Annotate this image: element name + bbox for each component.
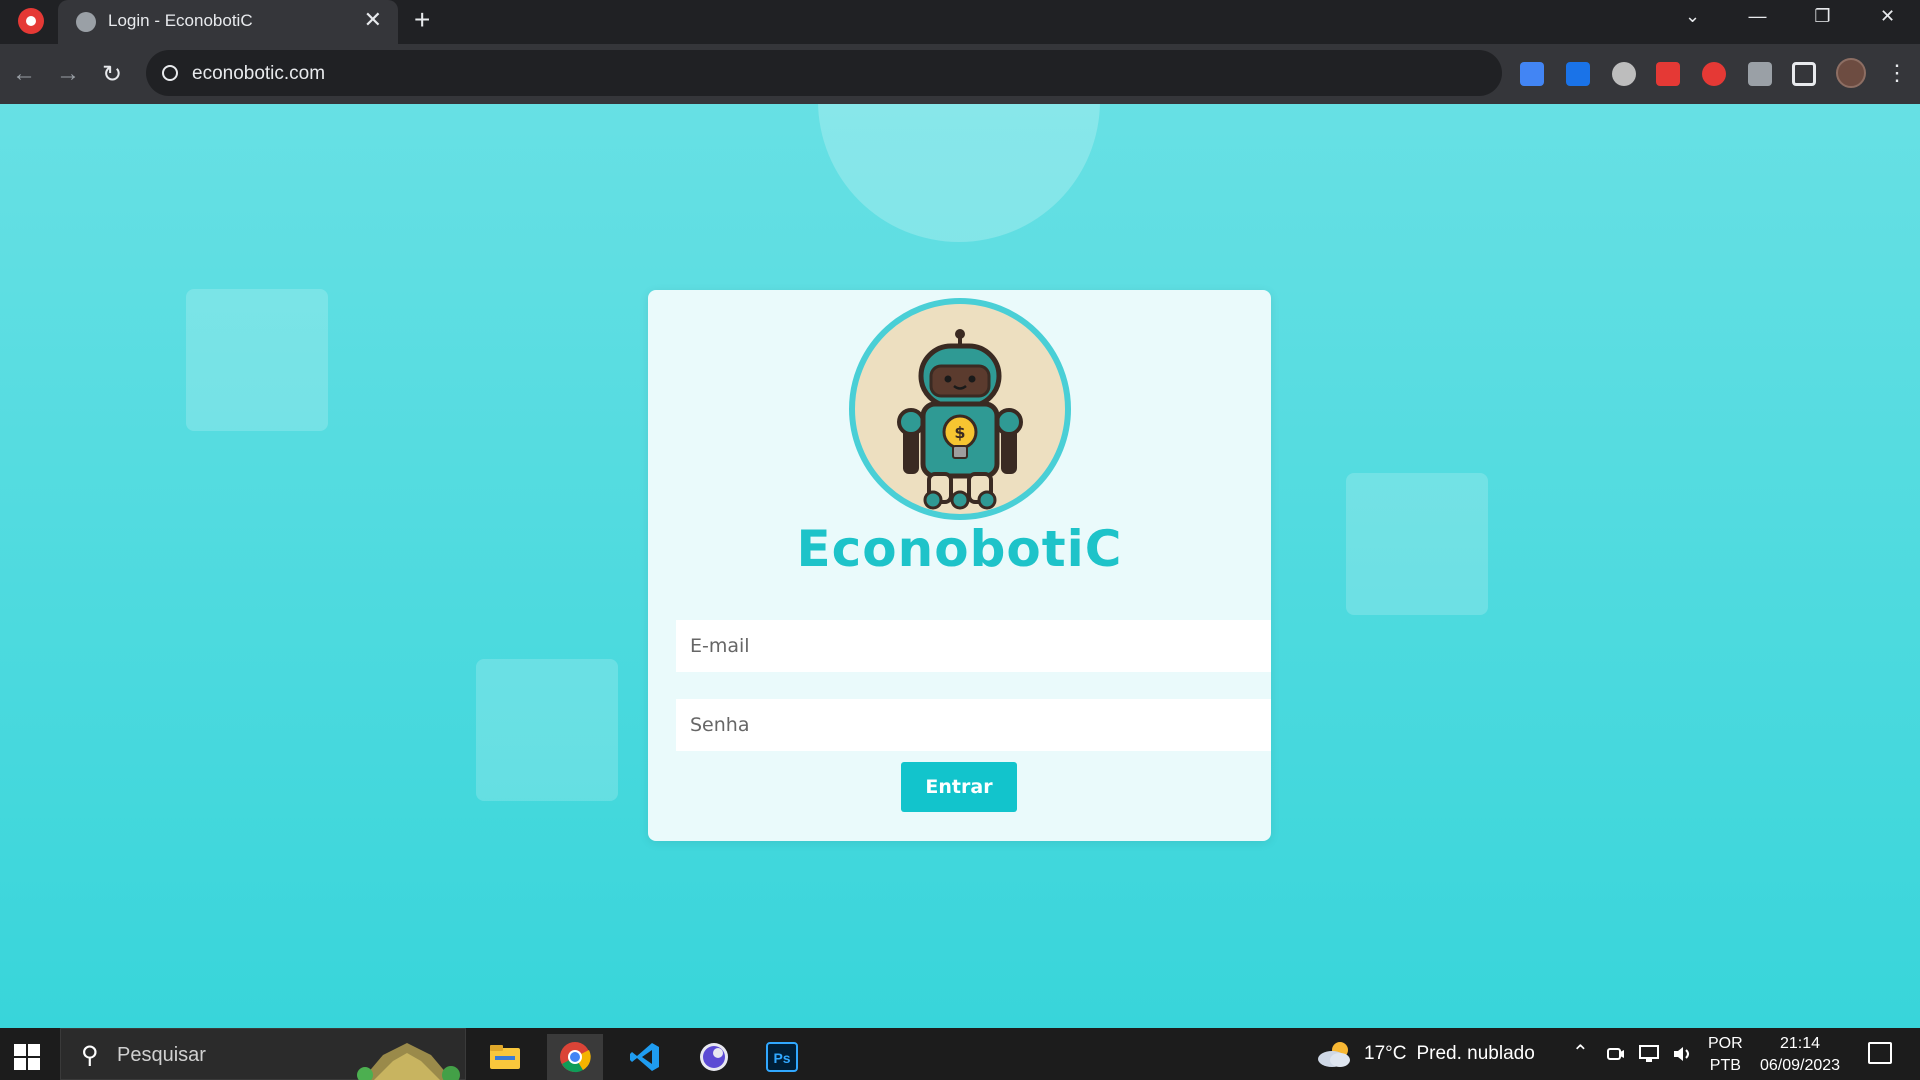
record-icon[interactable] <box>1702 62 1726 86</box>
window-controls: ⌄ — ❐ ✕ <box>1660 0 1920 32</box>
weather-temperature: 17°C <box>1364 1043 1407 1064</box>
photoshop-icon[interactable]: Ps <box>754 1034 810 1080</box>
notification-center-icon[interactable] <box>1868 1042 1892 1064</box>
browser-tab-login[interactable]: Login - EconobotiC ✕ <box>58 0 398 44</box>
search-icon: ⚲ <box>81 1042 99 1069</box>
windows-start-button[interactable] <box>8 1038 42 1072</box>
obs-icon[interactable] <box>686 1034 742 1080</box>
clock-date: 06/09/2023 <box>1759 1057 1841 1074</box>
close-window-button[interactable]: ✕ <box>1855 0 1920 32</box>
language-code: POR <box>1708 1035 1743 1052</box>
reload-button[interactable]: ↻ <box>96 58 128 90</box>
address-bar[interactable]: econobotic.com <box>146 50 1502 96</box>
robot-logo: $ <box>849 298 1071 520</box>
folder-icon <box>490 1045 520 1069</box>
network-icon[interactable] <box>1638 1044 1660 1064</box>
login-page: $ EconobotiC Entrar <box>0 104 1920 1028</box>
email-field[interactable] <box>676 620 1271 672</box>
windows-logo-icon <box>28 1058 40 1070</box>
browser-menu-icon[interactable]: ⋮ <box>1886 58 1908 88</box>
windows-logo-icon <box>14 1058 26 1070</box>
taskbar-search-box[interactable]: ⚲ Pesquisar <box>60 1028 466 1080</box>
vscode-logo-icon <box>630 1043 659 1071</box>
partly-cloudy-icon <box>1318 1042 1350 1067</box>
file-explorer-icon[interactable] <box>477 1034 533 1080</box>
vscode-icon[interactable] <box>617 1034 673 1080</box>
login-card: $ EconobotiC Entrar <box>648 290 1271 841</box>
globe-icon <box>76 12 96 32</box>
svg-text:$: $ <box>954 423 965 442</box>
forward-button[interactable]: → <box>52 58 84 90</box>
side-panel-icon[interactable] <box>1792 62 1816 86</box>
close-tab-icon[interactable]: ✕ <box>364 9 382 31</box>
translate-icon[interactable] <box>1520 62 1544 86</box>
youtube-icon[interactable] <box>1656 62 1680 86</box>
background-square <box>476 659 618 801</box>
back-button[interactable]: ← <box>8 58 40 90</box>
profile-avatar[interactable] <box>1836 58 1866 88</box>
restore-button[interactable]: ❐ <box>1790 0 1855 32</box>
keyboard-layout: PTB <box>1709 1057 1741 1074</box>
mask-icon[interactable] <box>1612 62 1636 86</box>
obs-logo-icon <box>700 1043 728 1071</box>
volume-icon[interactable] <box>1672 1044 1694 1064</box>
windows-logo-icon <box>28 1044 40 1056</box>
site-info-icon[interactable] <box>162 65 178 81</box>
password-field[interactable] <box>676 699 1271 751</box>
robot-icon: $ <box>897 329 1023 510</box>
search-placeholder: Pesquisar <box>117 1044 206 1066</box>
weather-widget[interactable]: 17°C Pred. nublado <box>1316 1040 1535 1068</box>
brand-title: EconobotiC <box>796 520 1123 578</box>
browser-tab-bar: Login - EconobotiC ✕ + ⌄ — ❐ ✕ <box>0 0 1920 44</box>
windows-logo-icon <box>14 1044 26 1056</box>
weather-description: Pred. nublado <box>1416 1043 1535 1064</box>
search-highlight-art-icon <box>357 1043 460 1080</box>
taskbar-clock[interactable]: 21:14 06/09/2023 <box>1758 1033 1842 1077</box>
clock-time: 21:14 <box>1779 1035 1821 1052</box>
app-record-icon[interactable] <box>18 8 44 34</box>
login-submit-button[interactable]: Entrar <box>901 762 1017 812</box>
input-language-indicator[interactable]: POR PTB <box>1708 1033 1743 1077</box>
background-square <box>186 289 328 431</box>
chrome-logo-icon <box>560 1042 591 1073</box>
browser-toolbar: ← → ↻ econobotic.com ⋮ <box>0 44 1920 104</box>
minimize-button[interactable]: — <box>1725 0 1790 32</box>
tab-title: Login - EconobotiC <box>108 11 253 30</box>
fast-forward-icon[interactable] <box>1566 62 1590 86</box>
chevron-up-icon[interactable]: ⌃ <box>1572 1040 1589 1065</box>
tab-search-chevron-icon[interactable]: ⌄ <box>1660 0 1725 32</box>
background-circle <box>818 104 1100 242</box>
puzzle-icon[interactable] <box>1748 62 1772 86</box>
chrome-icon[interactable] <box>547 1034 603 1080</box>
webcam-icon[interactable] <box>1606 1044 1626 1064</box>
url-text: econobotic.com <box>192 63 326 84</box>
photoshop-logo-icon: Ps <box>766 1042 798 1072</box>
windows-taskbar: ⚲ Pesquisar Ps 17°C Pred. nublado ⌃ POR … <box>0 1028 1920 1080</box>
svg-text:Ps: Ps <box>773 1050 790 1066</box>
new-tab-button[interactable]: + <box>414 6 430 34</box>
background-square <box>1346 473 1488 615</box>
